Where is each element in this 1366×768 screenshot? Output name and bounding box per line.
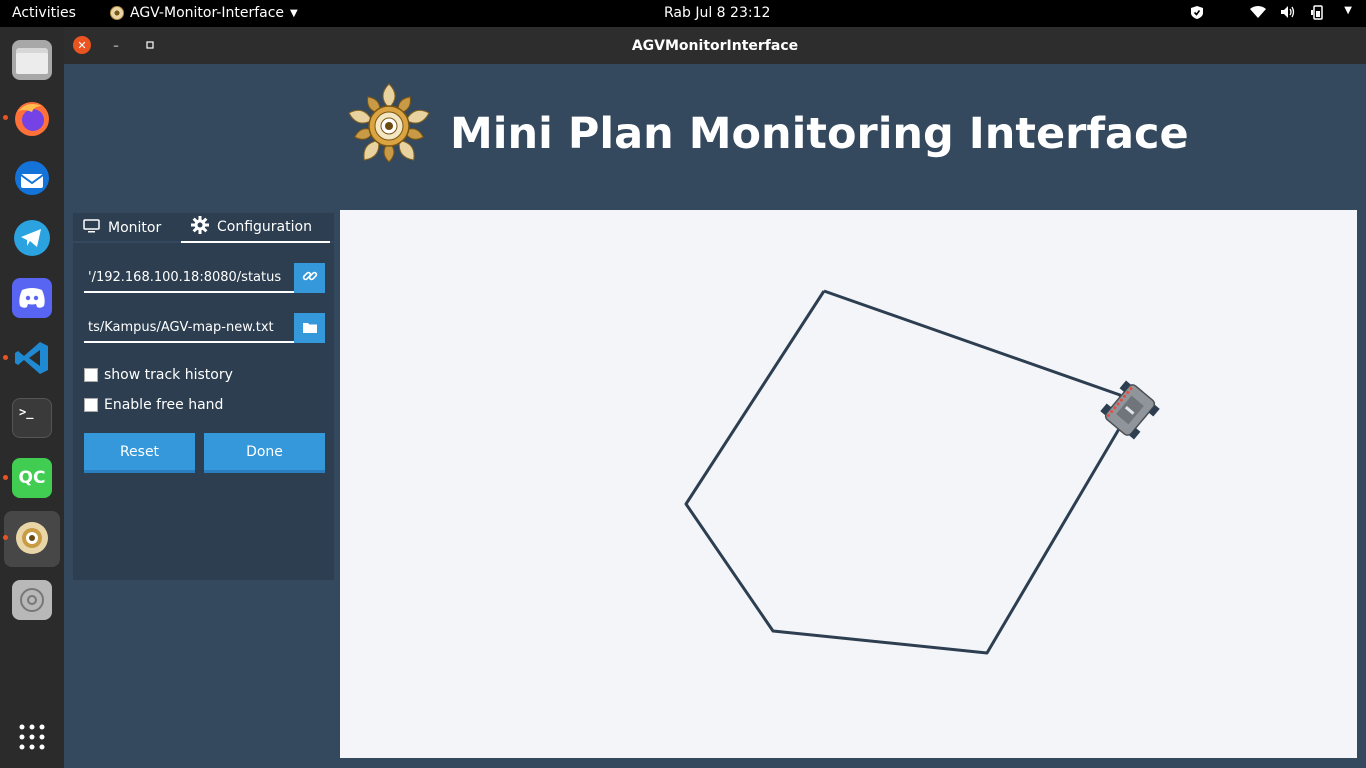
- wifi-icon[interactable]: [1250, 5, 1267, 24]
- done-button[interactable]: Done: [204, 433, 325, 473]
- agv-robot-icon: [1100, 380, 1160, 440]
- connect-button[interactable]: [294, 263, 325, 293]
- tab-monitor-label: Monitor: [108, 220, 162, 236]
- top-bar: Activities AGV-Monitor-Interface ▼ Rab J…: [0, 0, 1366, 27]
- firefox-icon[interactable]: [12, 98, 52, 138]
- show-track-history-label: show track history: [104, 367, 233, 383]
- app-window: ✕ – AGVMonitorInterface Mini Plan Monito…: [64, 27, 1366, 768]
- tab-configuration[interactable]: Configuration: [181, 213, 330, 243]
- folder-icon: [302, 319, 318, 338]
- agv-monitor-icon[interactable]: [12, 518, 52, 558]
- tab-configuration-label: Configuration: [217, 219, 312, 235]
- running-indicator: [3, 115, 8, 120]
- enable-free-hand-checkbox[interactable]: Enable free hand: [84, 397, 223, 413]
- checkbox-box[interactable]: [84, 368, 98, 382]
- gear-icon: [191, 216, 209, 238]
- app-menu-icon: [110, 6, 124, 20]
- qtcreator-icon[interactable]: QC: [12, 458, 52, 498]
- clock[interactable]: Rab Jul 8 23:12: [664, 5, 770, 21]
- running-indicator: [3, 475, 8, 480]
- battery-icon[interactable]: [1310, 5, 1330, 24]
- tab-monitor[interactable]: Monitor: [83, 213, 161, 243]
- agv-path: [684, 289, 1128, 655]
- window-title: AGVMonitorInterface: [631, 38, 799, 54]
- terminal-icon[interactable]: >_: [12, 398, 52, 438]
- power-menu-chevron-icon[interactable]: ▼: [1344, 5, 1352, 24]
- vscode-icon[interactable]: [12, 338, 52, 378]
- tab-bar: Monitor Configuration: [73, 213, 334, 243]
- shield-icon[interactable]: [1190, 5, 1204, 24]
- status-url-field: [84, 263, 325, 293]
- app-menu-label: AGV-Monitor-Interface: [130, 5, 285, 21]
- link-icon: [302, 268, 318, 288]
- dock: >_ QC: [0, 27, 64, 768]
- running-indicator: [3, 355, 8, 360]
- show-track-history-checkbox[interactable]: show track history: [84, 367, 233, 383]
- system-tray[interactable]: ▼: [1190, 5, 1352, 24]
- app-menu[interactable]: AGV-Monitor-Interface ▼: [110, 5, 298, 21]
- files-icon[interactable]: [12, 40, 52, 80]
- status-url-input[interactable]: [84, 263, 294, 293]
- activities-button[interactable]: Activities: [12, 5, 76, 21]
- monitor-icon: [83, 219, 100, 237]
- chevron-down-icon: ▼: [290, 7, 298, 19]
- title-bar[interactable]: ✕ – AGVMonitorInterface: [64, 27, 1366, 64]
- volume-icon[interactable]: [1280, 5, 1296, 24]
- thunderbird-icon[interactable]: [12, 158, 52, 198]
- browse-button[interactable]: [294, 313, 325, 343]
- map-file-field: [84, 313, 325, 343]
- disc-icon[interactable]: [12, 580, 52, 620]
- checkbox-box[interactable]: [84, 398, 98, 412]
- map-drawing: [684, 289, 1160, 655]
- page-title: Mini Plan Monitoring Interface: [450, 109, 1189, 159]
- university-logo: [348, 83, 430, 163]
- side-panel: Monitor Configuration '/192.168.100.18:8…: [73, 213, 334, 580]
- map-canvas[interactable]: [340, 210, 1357, 758]
- map-file-input[interactable]: [84, 313, 294, 343]
- reset-button[interactable]: Reset: [84, 433, 195, 473]
- discord-icon[interactable]: [12, 278, 52, 318]
- app-grid-icon[interactable]: [12, 717, 52, 757]
- running-indicator: [3, 535, 8, 540]
- telegram-icon[interactable]: [12, 218, 52, 258]
- enable-free-hand-label: Enable free hand: [104, 397, 224, 413]
